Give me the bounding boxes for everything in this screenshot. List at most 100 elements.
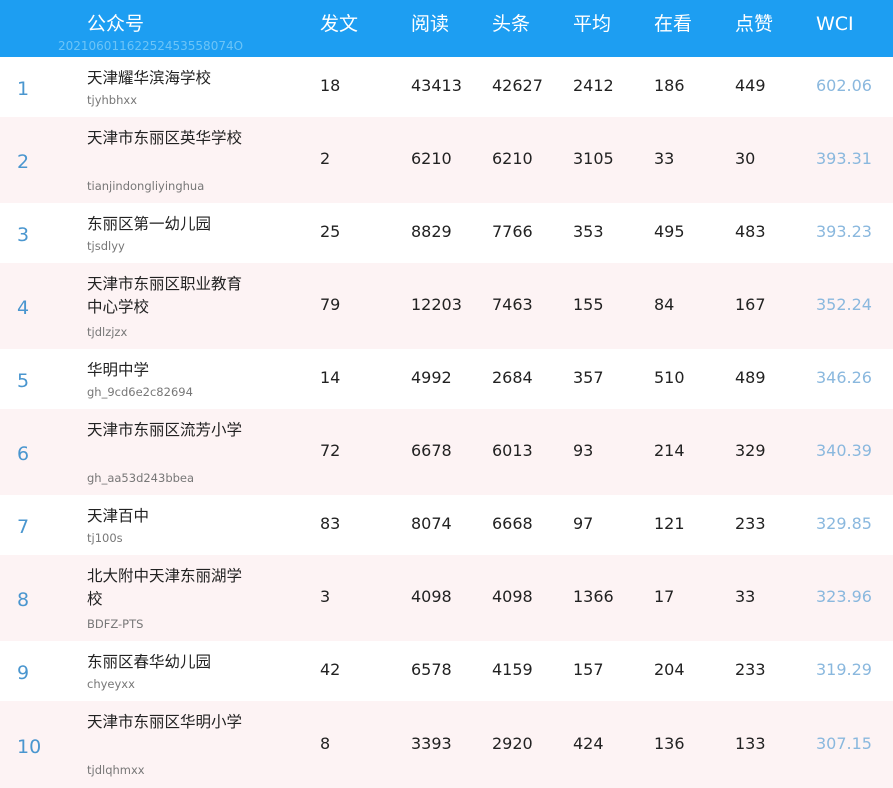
header-headline[interactable]: 头条: [492, 11, 530, 37]
cell-wci: 393.31: [816, 149, 872, 168]
cell-likes: 489: [735, 368, 766, 387]
header-average[interactable]: 平均: [573, 11, 611, 37]
cell-wci: 319.29: [816, 660, 872, 679]
ranking-table: 1 天津耀华滨海学校 tjyhbhxx 18 43413 42627 2412 186 449 6…: [0, 57, 893, 788]
cell-reads: 3393: [411, 733, 452, 753]
header-account-name: 公众号: [87, 13, 145, 35]
table-row[interactable]: 7 天津百中 tj100s 83 8074 6668 97 121 233 329.85: [0, 495, 893, 555]
rank-number: 4: [17, 297, 30, 319]
cell-watching: 17: [654, 587, 675, 606]
cell-average: 97: [573, 514, 594, 533]
rank-number: 5: [17, 370, 30, 392]
cell-posts: 25: [320, 222, 341, 241]
cell-likes: 33: [735, 587, 756, 606]
table-row[interactable]: 1 天津耀华滨海学校 tjyhbhxx 18 43413 42627 2412 186 449 6…: [0, 57, 893, 117]
table-row[interactable]: 3 东丽区第一幼儿园 tjsdlyy 25 8829 7766 353 495 483 393.2…: [0, 203, 893, 263]
rank-number: 9: [17, 662, 30, 684]
cell-likes: 483: [735, 222, 766, 241]
cell-reads: 6678: [411, 441, 452, 460]
cell-likes: 133: [735, 733, 766, 753]
cell-reads: 4098: [411, 587, 452, 606]
cell-watching: 33: [654, 149, 675, 168]
account-id: BDFZ-PTS: [87, 617, 144, 631]
cell-likes: 449: [735, 76, 766, 95]
cell-reads: 12203: [411, 295, 462, 314]
cell-average: 155: [573, 295, 604, 314]
cell-watching: 84: [654, 295, 675, 314]
account-id: gh_aa53d243bbea: [87, 471, 195, 485]
cell-likes: 30: [735, 149, 756, 168]
account-name[interactable]: 天津市东丽区英华学校: [87, 127, 247, 150]
account-id: tjdlzjzx: [87, 325, 128, 339]
cell-reads: 8829: [411, 222, 452, 241]
account-name[interactable]: 天津市东丽区职业教育中心学校: [87, 273, 247, 319]
cell-average: 357: [573, 368, 604, 387]
cell-posts: 14: [320, 368, 341, 387]
cell-average: 424: [573, 733, 604, 753]
table-row[interactable]: 5 华明中学 gh_9cd6e2c82694 14 4992 2684 357 510 489 3…: [0, 349, 893, 409]
account-name[interactable]: 华明中学: [87, 359, 247, 382]
table-row[interactable]: 9 东丽区春华幼儿园 chyeyxx 42 6578 4159 157 204 233 319.2…: [0, 641, 893, 701]
cell-wci: 323.96: [816, 587, 872, 606]
cell-posts: 8: [320, 733, 331, 753]
cell-reads: 4992: [411, 368, 452, 387]
header-id: 20210601162252453558074O: [58, 39, 244, 53]
table-header: 公众号 20210601162252453558074O 发文 阅读 头条 平均…: [0, 0, 893, 57]
cell-likes: 167: [735, 295, 766, 314]
account-name[interactable]: 天津百中: [87, 505, 247, 528]
cell-likes: 233: [735, 660, 766, 679]
account-id: tjyhbhxx: [87, 93, 137, 107]
rank-number: 10: [17, 735, 42, 758]
rank-number: 7: [17, 516, 30, 538]
cell-watching: 186: [654, 76, 685, 95]
rank-number: 3: [17, 224, 30, 246]
cell-headline: 4159: [492, 660, 533, 679]
header-watching[interactable]: 在看: [654, 11, 692, 37]
cell-headline: 2920: [492, 733, 533, 753]
header-posts[interactable]: 发文: [320, 11, 358, 37]
rank-number: 6: [17, 443, 30, 465]
account-name[interactable]: 天津耀华滨海学校: [87, 67, 247, 90]
account-id: tjsdlyy: [87, 239, 125, 253]
cell-watching: 204: [654, 660, 685, 679]
cell-posts: 42: [320, 660, 341, 679]
account-id: chyeyxx: [87, 677, 135, 691]
header-likes[interactable]: 点赞: [735, 11, 773, 37]
header-reads[interactable]: 阅读: [411, 11, 449, 37]
cell-posts: 3: [320, 587, 331, 606]
header-wci[interactable]: WCI: [816, 11, 854, 37]
account-name[interactable]: 天津市东丽区华明小学: [87, 711, 247, 734]
cell-likes: 329: [735, 441, 766, 460]
table-row[interactable]: 8 北大附中天津东丽湖学校 BDFZ-PTS 3 4098 4098 1366 17 33 323…: [0, 555, 893, 641]
cell-wci: 329.85: [816, 514, 872, 533]
rank-number: 8: [17, 589, 30, 611]
cell-headline: 2684: [492, 368, 533, 387]
cell-headline: 7766: [492, 222, 533, 241]
cell-wci: 393.23: [816, 222, 872, 241]
cell-headline: 4098: [492, 587, 533, 606]
cell-likes: 233: [735, 514, 766, 533]
account-name[interactable]: 北大附中天津东丽湖学校: [87, 565, 247, 611]
account-id: tjdlqhmxx: [87, 763, 145, 777]
table-row[interactable]: 2 天津市东丽区英华学校 tianjindongliyinghua 2 6210 6210…: [0, 117, 893, 203]
cell-wci: 352.24: [816, 295, 872, 314]
table-row[interactable]: 10 天津市东丽区华明小学 tjdlqhmxx 8 3393 2920 424 136 133 3…: [0, 701, 893, 788]
cell-headline: 6013: [492, 441, 533, 460]
account-id: tj100s: [87, 531, 123, 545]
account-name[interactable]: 天津市东丽区流芳小学: [87, 419, 247, 442]
cell-headline: 7463: [492, 295, 533, 314]
cell-average: 353: [573, 222, 604, 241]
table-row[interactable]: 4 天津市东丽区职业教育中心学校 tjdlzjzx 79 12203 7463 155 84 1…: [0, 263, 893, 349]
account-name[interactable]: 东丽区春华幼儿园: [87, 651, 247, 674]
cell-watching: 136: [654, 733, 685, 753]
account-name[interactable]: 东丽区第一幼儿园: [87, 213, 247, 236]
cell-reads: 6210: [411, 149, 452, 168]
cell-headline: 42627: [492, 76, 543, 95]
cell-wci: 340.39: [816, 441, 872, 460]
cell-watching: 214: [654, 441, 685, 460]
table-row[interactable]: 6 天津市东丽区流芳小学 gh_aa53d243bbea 72 6678 6013 93 21…: [0, 409, 893, 495]
cell-watching: 510: [654, 368, 685, 387]
cell-posts: 72: [320, 441, 341, 460]
cell-posts: 83: [320, 514, 341, 533]
cell-average: 3105: [573, 149, 614, 168]
